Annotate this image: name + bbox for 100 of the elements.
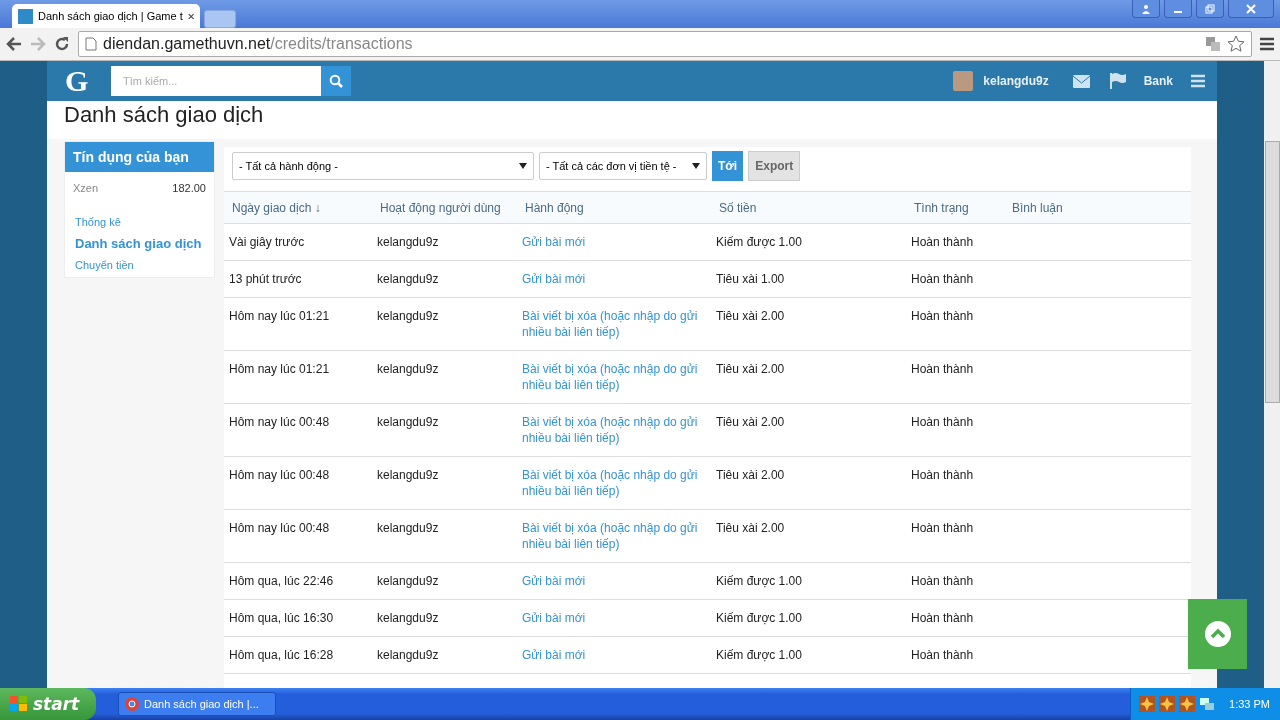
table-cell-text: Hôm nay lúc 01:21 xyxy=(228,308,331,324)
dropdown-arrow-icon xyxy=(692,163,700,169)
browser-tab[interactable]: Danh sách giao dịch | Game t xyxy=(12,4,200,28)
table-cell-text: Hôm qua, lúc 22:46 xyxy=(228,573,335,589)
table-cell-text: Hoàn thành xyxy=(910,520,975,536)
table-cell-text: Hôm nay lúc 00:48 xyxy=(228,520,331,536)
table-cell-text: Tiêu xài 1.00 xyxy=(715,271,786,287)
menu-icon[interactable] xyxy=(1260,37,1274,51)
table-cell-text: kelangdu9z xyxy=(376,234,440,250)
start-button[interactable]: start xyxy=(0,688,96,720)
table-cell-text: Hoàn thành xyxy=(910,361,975,377)
site-logo[interactable]: G xyxy=(65,64,101,98)
action-link[interactable]: Bài viết bị xóa (hoặc nhập do gửi nhiều bài liên tiếp) xyxy=(517,467,711,499)
table-cell-text: Hoàn thành xyxy=(910,234,975,250)
table-cell-text: kelangdu9z xyxy=(376,467,440,483)
table-cell-text: Hoàn thành xyxy=(910,647,975,663)
search-field[interactable]: Tìm kiếm... xyxy=(111,66,321,96)
bank-link[interactable]: Bank xyxy=(1143,74,1173,88)
action-link[interactable]: Gửi bài mới xyxy=(517,234,711,250)
mail-icon[interactable] xyxy=(1072,74,1090,88)
close-icon[interactable] xyxy=(187,11,194,21)
action-link[interactable]: Gửi bài mới xyxy=(517,647,711,663)
export-button[interactable]: Export xyxy=(748,151,801,181)
clock: 1:33 PM xyxy=(1229,698,1270,710)
sidebar-link[interactable]: Chuyển tiền xyxy=(75,259,204,271)
profile-button[interactable] xyxy=(1132,0,1160,18)
browser-logo-icon xyxy=(125,697,139,711)
flag-icon[interactable] xyxy=(1109,73,1126,89)
sidebar-link[interactable]: Danh sách giao dịch xyxy=(75,236,204,251)
action-link[interactable]: Gửi bài mới xyxy=(517,610,711,626)
sidebar-link[interactable]: Thống kê xyxy=(75,216,204,228)
column-header[interactable]: Tình trạng xyxy=(906,200,1004,215)
table-cell-text: Hôm qua, lúc 16:30 xyxy=(228,610,335,626)
site-favicon-icon xyxy=(18,8,33,24)
minimize-button[interactable] xyxy=(1164,0,1192,18)
table-cell-text: Tiêu xài 2.00 xyxy=(715,467,786,483)
table-cell-text: Hoàn thành xyxy=(910,271,975,287)
table-cell-text: kelangdu9z xyxy=(376,271,440,287)
action-dropdown[interactable]: - Tất cả hành động - xyxy=(232,152,534,180)
translate-icon[interactable] xyxy=(1205,36,1221,52)
tray-app-icon[interactable] xyxy=(1179,696,1196,712)
restore-icon xyxy=(1205,3,1215,14)
column-header[interactable]: Hành động xyxy=(517,200,711,215)
column-header[interactable]: Số tiền xyxy=(711,200,906,215)
back-icon[interactable] xyxy=(6,37,22,51)
currency-dropdown[interactable]: - Tất cả các đơn vị tiền tệ - xyxy=(539,152,707,180)
table-cell-text: Hoàn thành xyxy=(910,573,975,589)
scrollbar[interactable] xyxy=(1264,61,1280,688)
currency-amount: 182.00 xyxy=(172,182,206,196)
table-cell-text: Tiêu xài 2.00 xyxy=(715,414,786,430)
taskbar-window-button[interactable]: Danh sách giao dịch |... xyxy=(118,692,276,716)
table-cell-text: kelangdu9z xyxy=(376,610,440,626)
table-cell-text: kelangdu9z xyxy=(376,308,440,324)
scroll-to-top-button[interactable] xyxy=(1188,599,1247,669)
reload-icon[interactable] xyxy=(54,36,70,52)
table-cell-text: Tiêu xài 2.00 xyxy=(715,520,786,536)
network-icon[interactable] xyxy=(1199,696,1216,712)
column-header[interactable]: Hoạt động người dùng xyxy=(372,200,517,215)
action-link[interactable]: Bài viết bị xóa (hoặc nhập do gửi nhiều bài liên tiếp) xyxy=(517,520,711,552)
tray-app-icon[interactable] xyxy=(1159,696,1176,712)
action-link[interactable]: Gửi bài mới xyxy=(517,573,711,589)
table-cell-text: Kiếm được 1.00 xyxy=(715,573,803,589)
go-button[interactable]: Tới xyxy=(712,151,744,181)
dropdown-arrow-icon xyxy=(519,163,527,169)
table-cell-text: Hôm nay lúc 00:48 xyxy=(228,414,331,430)
windows-logo-icon xyxy=(10,696,28,712)
column-header[interactable]: Bình luận xyxy=(1004,200,1191,215)
action-link[interactable]: Bài viết bị xóa (hoặc nhập do gửi nhiều bài liên tiếp) xyxy=(517,308,711,340)
sidebar-title: Tín dụng của bạn xyxy=(65,142,214,172)
table-cell-text: Hoàn thành xyxy=(910,308,975,324)
table-cell-text: kelangdu9z xyxy=(376,647,440,663)
star-icon[interactable] xyxy=(1227,35,1245,53)
action-link[interactable]: Bài viết bị xóa (hoặc nhập do gửi nhiều bài liên tiếp) xyxy=(517,414,711,446)
table-cell-text: Kiếm được 1.00 xyxy=(715,647,803,663)
table-cell-text: Tiêu xài 2.00 xyxy=(715,361,786,377)
minimize-icon xyxy=(1174,10,1182,13)
column-header[interactable]: Ngày giao dịch ↓ xyxy=(224,200,372,215)
table-cell-text: Hôm nay lúc 00:48 xyxy=(228,467,331,483)
table-cell-text: kelangdu9z xyxy=(376,361,440,377)
close-icon xyxy=(1246,3,1256,14)
tray-app-icon[interactable] xyxy=(1139,696,1156,712)
tab-title: Danh sách giao dịch | Game t xyxy=(38,10,183,22)
action-link[interactable]: Gửi bài mới xyxy=(517,271,711,287)
close-window-button[interactable] xyxy=(1228,0,1274,18)
address-bar[interactable]: diendan.gamethuvn.net/credits/transactions xyxy=(78,31,1252,57)
table-cell-text: kelangdu9z xyxy=(376,520,440,536)
table-cell-text: Kiếm được 1.00 xyxy=(715,234,803,250)
table-cell-text: Hoàn thành xyxy=(910,414,975,430)
table-cell-text: Tiêu xài 2.00 xyxy=(715,308,786,324)
search-button[interactable] xyxy=(321,66,351,96)
avatar-image[interactable] xyxy=(953,71,974,91)
page-icon xyxy=(85,37,97,51)
table-cell-text: kelangdu9z xyxy=(376,414,440,430)
action-link[interactable]: Bài viết bị xóa (hoặc nhập do gửi nhiều bài liên tiếp) xyxy=(517,361,711,393)
table-cell-text: Hoàn thành xyxy=(910,467,975,483)
currency-name: Xzen xyxy=(73,182,99,196)
table-cell-text: 13 phút trước xyxy=(228,271,303,287)
restore-button[interactable] xyxy=(1196,0,1224,18)
page-title: Danh sách giao dịch xyxy=(63,101,265,129)
username-link[interactable]: kelangdu9z xyxy=(983,74,1049,88)
